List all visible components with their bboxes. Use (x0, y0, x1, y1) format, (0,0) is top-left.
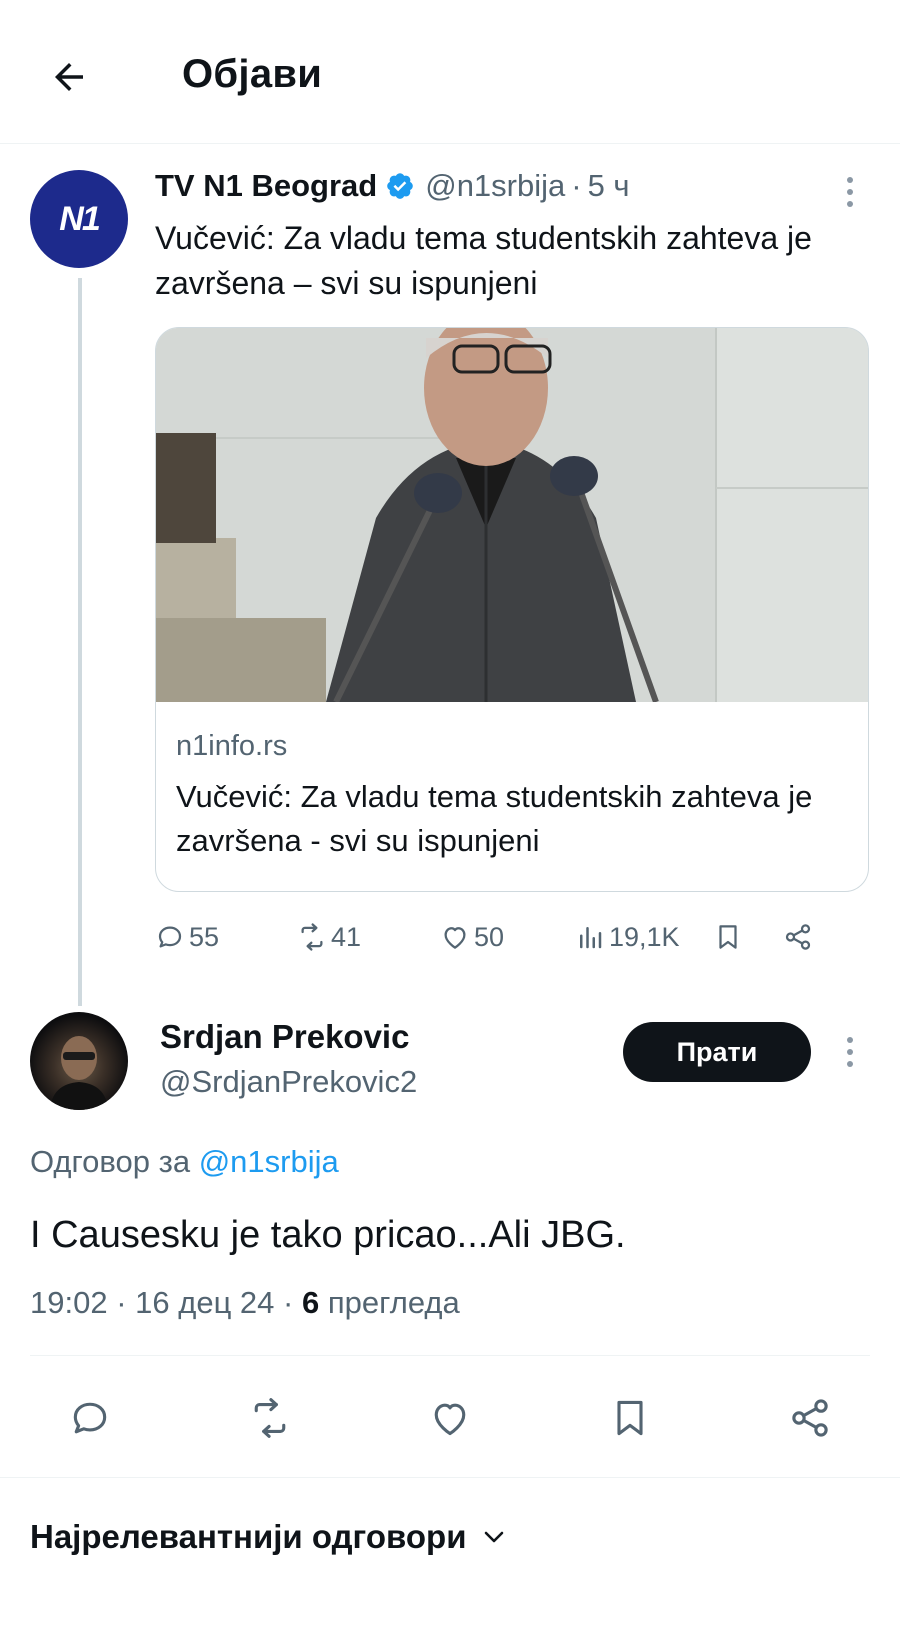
thread-connector-line (78, 278, 82, 1006)
tweet-time[interactable]: 5 ч (588, 168, 630, 204)
views-action[interactable]: 19,1K (575, 912, 680, 962)
author-name[interactable]: Srdjan Prekovic (160, 1018, 409, 1056)
top-bar: Објави (0, 0, 900, 144)
verified-badge-icon (387, 173, 414, 199)
share-action[interactable] (783, 912, 817, 962)
heart-icon (444, 927, 466, 949)
more-options-button[interactable] (838, 172, 862, 212)
heart-icon (434, 1403, 466, 1436)
repost-button[interactable] (240, 1388, 300, 1448)
replying-to-prefix: Одговор за (30, 1144, 191, 1179)
profile-photo (50, 1036, 108, 1110)
avatar-logo-text: N1 (59, 199, 100, 238)
tweet-action-bar: 55 41 50 19,1K (155, 912, 870, 962)
back-button[interactable] (44, 52, 94, 102)
views-count: 19,1K (609, 921, 680, 952)
bookmark-button[interactable] (600, 1388, 660, 1448)
link-card-image (156, 328, 868, 702)
bookmark-icon (719, 925, 737, 949)
share-icon (792, 1399, 828, 1437)
views-count: 6 (301, 1285, 320, 1320)
tweet-action-bar (0, 1388, 900, 1448)
reply-count: 55 (189, 921, 220, 952)
arrow-left-icon (55, 63, 83, 91)
share-icon (785, 924, 811, 950)
speaker-photo (156, 328, 868, 702)
reply-icon (73, 1402, 107, 1434)
replies-sort-dropdown[interactable]: Најрелевантнији одговори (30, 1518, 506, 1556)
replies-sort-label: Најрелевантнији одговори (30, 1518, 467, 1555)
link-card-title: Vučević: Za vladu tema studentskih zahte… (176, 779, 813, 858)
link-card[interactable]: n1info.rs Vučević: Za vladu tema student… (155, 327, 869, 892)
link-card-domain: n1info.rs (176, 730, 288, 762)
chevron-down-icon (485, 1531, 504, 1543)
reply-icon (158, 926, 182, 948)
repost-icon (254, 1398, 286, 1438)
reply-button[interactable] (60, 1388, 120, 1448)
avatar[interactable]: N1 (30, 170, 128, 268)
separator-dot: · (571, 168, 582, 203)
tweet-date[interactable]: 16 дец 24 (135, 1285, 274, 1320)
reply-action[interactable]: 55 (155, 912, 219, 962)
tweet-meta: 19:02 · 16 дец 24 · 6 прегледа (30, 1285, 460, 1320)
tweet-time[interactable]: 19:02 (30, 1285, 108, 1320)
share-button[interactable] (780, 1388, 840, 1448)
author-name[interactable]: TV N1 Beograd (155, 168, 377, 204)
analytics-icon (580, 927, 602, 949)
like-count: 50 (474, 921, 505, 952)
bookmark-action[interactable] (713, 912, 747, 962)
divider (0, 1477, 900, 1478)
replying-to: Одговор за @n1srbija (30, 1144, 339, 1180)
views-label[interactable]: прегледа (328, 1285, 460, 1320)
page-title: Објави (182, 52, 323, 96)
bookmark-icon (617, 1400, 643, 1436)
replying-to-mention[interactable]: @n1srbija (199, 1144, 339, 1179)
avatar[interactable] (30, 1012, 128, 1110)
repost-icon (301, 923, 323, 951)
author-handle[interactable]: @SrdjanPrekovic2 (160, 1064, 417, 1100)
more-options-button[interactable] (838, 1032, 862, 1072)
like-action[interactable]: 50 (440, 912, 504, 962)
like-button[interactable] (420, 1388, 480, 1448)
repost-action[interactable]: 41 (297, 912, 361, 962)
tweet-header: TV N1 Beograd @n1srbija · 5 ч (155, 168, 630, 204)
tweet-text: I Causesku je tako pricao...Ali JBG. (30, 1214, 626, 1256)
author-handle[interactable]: @n1srbija (425, 168, 565, 204)
repost-count: 41 (331, 921, 362, 952)
tweet-text: Vučević: Za vladu tema studentskih zahte… (155, 220, 812, 301)
link-card-body: n1info.rs Vučević: Za vladu tema student… (176, 730, 848, 863)
follow-button[interactable]: Прати (623, 1022, 811, 1082)
divider (30, 1355, 870, 1356)
